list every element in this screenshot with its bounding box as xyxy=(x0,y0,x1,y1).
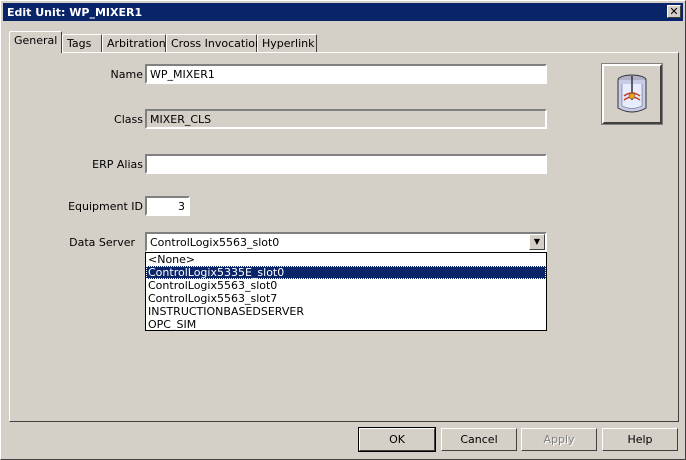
window-title: Edit Unit: WP_MIXER1 xyxy=(7,6,143,19)
list-item[interactable]: ControlLogix5563_slot7 xyxy=(146,292,546,305)
list-item[interactable]: <None> xyxy=(146,253,546,266)
equipment-id-label: Equipment ID xyxy=(68,200,143,213)
mixer-tank-icon xyxy=(617,74,647,113)
cancel-button[interactable]: Cancel xyxy=(441,428,517,451)
list-item[interactable]: OPC_SIM xyxy=(146,318,546,331)
chevron-down-icon[interactable]: ▼ xyxy=(529,234,545,250)
title-bar[interactable]: Edit Unit: WP_MIXER1 ✕ xyxy=(3,3,683,21)
equipment-id-field[interactable]: 3 xyxy=(145,196,190,216)
list-item[interactable]: INSTRUCTIONBASEDSERVER xyxy=(146,305,546,318)
list-item[interactable]: ControlLogix5335E_slot0 xyxy=(146,266,546,279)
erp-alias-label: ERP Alias xyxy=(92,158,143,171)
ok-button[interactable]: OK xyxy=(358,427,436,452)
apply-button[interactable]: Apply xyxy=(521,428,597,451)
data-server-label: Data Server xyxy=(69,236,135,249)
unit-icon-button[interactable] xyxy=(601,63,663,125)
class-field: MIXER_CLS xyxy=(145,109,547,129)
tab-tags[interactable]: Tags xyxy=(62,34,102,52)
data-server-dropdown-list: <None> ControlLogix5335E_slot0 ControlLo… xyxy=(145,252,547,331)
list-item[interactable]: ControlLogix5563_slot0 xyxy=(146,279,546,292)
name-label: Name xyxy=(110,68,143,81)
tab-arbitration[interactable]: Arbitration xyxy=(102,34,166,52)
data-server-combobox[interactable]: ControlLogix5563_slot0 ▼ xyxy=(145,232,547,252)
tab-cross-invocation[interactable]: Cross Invocation xyxy=(166,34,262,52)
help-button[interactable]: Help xyxy=(602,428,678,451)
data-server-value: ControlLogix5563_slot0 xyxy=(150,236,280,249)
close-icon[interactable]: ✕ xyxy=(667,5,681,18)
erp-alias-field[interactable] xyxy=(145,154,547,174)
tab-hyperlink[interactable]: Hyperlink xyxy=(257,34,317,52)
name-field[interactable]: WP_MIXER1 xyxy=(145,64,547,84)
edit-unit-dialog: Edit Unit: WP_MIXER1 ✕ General Tags Arbi… xyxy=(0,0,686,460)
class-label: Class xyxy=(114,113,143,126)
tab-general[interactable]: General xyxy=(9,31,62,53)
